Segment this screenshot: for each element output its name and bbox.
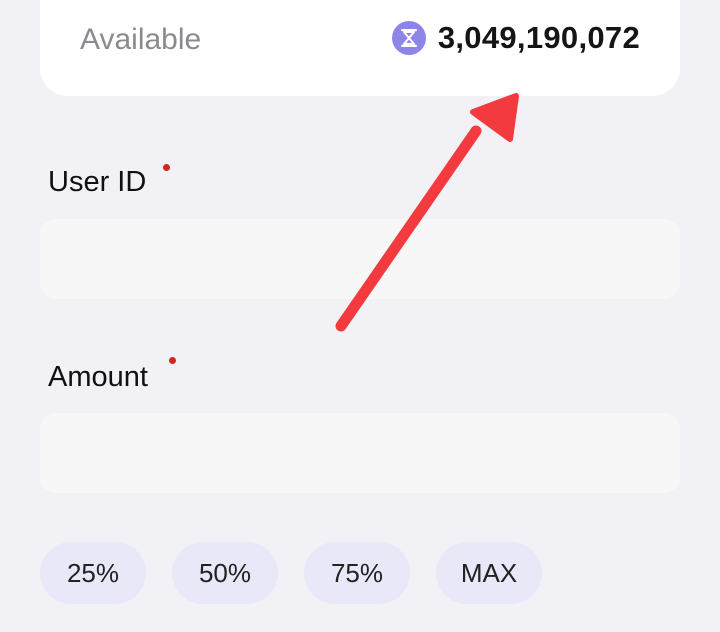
- user-id-input[interactable]: [40, 219, 680, 299]
- amount-label: Amount: [48, 361, 148, 393]
- hourglass-token-icon: [391, 21, 426, 55]
- balance-value: 3,049,190,072: [391, 20, 640, 56]
- required-indicator: [163, 164, 170, 171]
- percent-50-button[interactable]: 50%: [172, 542, 278, 604]
- available-balance-card: Available 3,049,190,072: [40, 0, 680, 96]
- user-id-label: User ID: [48, 166, 147, 198]
- percent-25-button[interactable]: 25%: [40, 542, 146, 604]
- max-button[interactable]: MAX: [436, 542, 542, 604]
- amount-input[interactable]: [40, 413, 680, 493]
- available-label: Available: [80, 23, 202, 56]
- percent-75-button[interactable]: 75%: [304, 542, 410, 604]
- balance-amount: 3,049,190,072: [437, 20, 640, 55]
- percent-buttons: 25% 50% 75% MAX: [40, 542, 542, 604]
- required-indicator: [169, 357, 176, 364]
